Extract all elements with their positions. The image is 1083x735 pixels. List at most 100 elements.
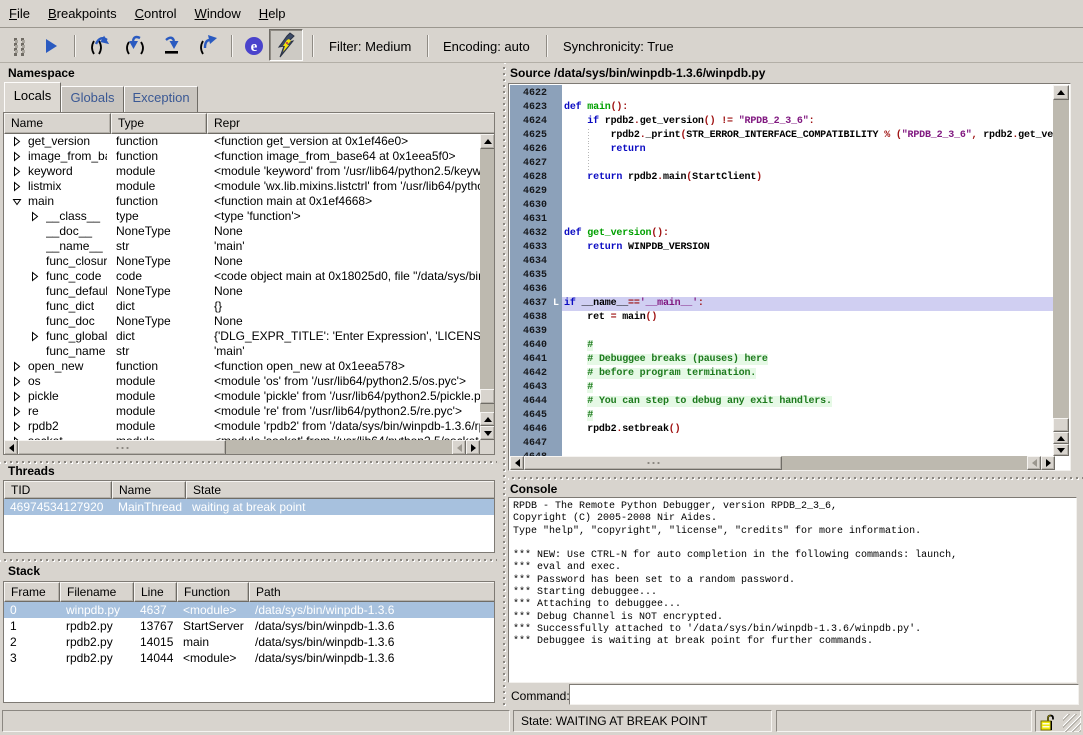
stack-row[interactable]: 3rpdb2.py14044<module>/data/sys/bin/winp… <box>4 650 494 666</box>
column-header-repr[interactable]: Repr <box>207 113 495 134</box>
expand-arrow-icon[interactable] <box>12 406 22 417</box>
step-into-button[interactable] <box>122 33 148 59</box>
namespace-row[interactable]: func_codecode<code object main at 0x1802… <box>4 269 480 284</box>
namespace-row[interactable]: func_globalsdict{'DLG_EXPR_TITLE': 'Ente… <box>4 329 480 344</box>
namespace-row[interactable]: func_docNoneTypeNone <box>4 314 480 329</box>
namespace-row[interactable]: func_dictdict{} <box>4 299 480 314</box>
source-vscrollbar[interactable] <box>1053 85 1069 456</box>
column-header-type[interactable]: Type <box>111 113 207 134</box>
line-number[interactable]: 4624 <box>510 115 547 129</box>
scroll-button[interactable] <box>480 134 495 149</box>
namespace-row[interactable]: func_defaultsNoneTypeNone <box>4 284 480 299</box>
namespace-vscrollbar[interactable] <box>480 134 495 440</box>
namespace-row[interactable]: remodule<module 're' from '/usr/lib64/py… <box>4 404 480 419</box>
line-number[interactable]: 4634 <box>510 255 547 269</box>
collapse-arrow-icon[interactable] <box>12 196 22 207</box>
line-number[interactable]: 4640 <box>510 339 547 353</box>
line-number[interactable]: 4629 <box>510 185 547 199</box>
line-number[interactable]: 4646 <box>510 423 547 437</box>
stack-header-filename[interactable]: Filename <box>60 582 134 602</box>
scroll-button[interactable] <box>480 412 495 426</box>
expand-arrow-icon[interactable] <box>30 271 40 282</box>
expand-arrow-icon[interactable] <box>30 331 40 342</box>
menu-breakpoints[interactable]: Breakpoints <box>39 1 126 26</box>
namespace-row[interactable]: get_versionfunction<function get_version… <box>4 134 480 149</box>
line-number[interactable]: 4637 <box>510 297 547 311</box>
namespace-row[interactable]: __name__str'main' <box>4 239 480 254</box>
menu-file[interactable]: File <box>0 1 39 26</box>
source-editor[interactable]: 4622462346244625462646274628462946304631… <box>508 83 1071 471</box>
scroll-button[interactable] <box>1027 456 1041 470</box>
synchronicity-button[interactable] <box>269 29 303 61</box>
line-number[interactable]: 4623 <box>510 101 547 115</box>
scroll-button[interactable] <box>4 440 18 455</box>
namespace-row[interactable]: keywordmodule<module 'keyword' from '/us… <box>4 164 480 179</box>
line-number[interactable]: 4630 <box>510 199 547 213</box>
line-number[interactable]: 4631 <box>510 213 547 227</box>
stack-row[interactable]: 0winpdb.py4637<module>/data/sys/bin/winp… <box>4 602 494 618</box>
line-number[interactable]: 4626 <box>510 143 547 157</box>
menu-window[interactable]: Window <box>186 1 250 26</box>
line-number[interactable]: 4636 <box>510 283 547 297</box>
scroll-button[interactable] <box>1053 85 1069 100</box>
scroll-thumb[interactable] <box>18 440 226 455</box>
scroll-button[interactable] <box>466 440 480 455</box>
namespace-row[interactable]: func_namestr'main' <box>4 344 480 359</box>
goto-line-button[interactable] <box>158 33 184 59</box>
command-input[interactable] <box>569 684 1079 705</box>
line-number[interactable]: 4641 <box>510 353 547 367</box>
stack-row[interactable]: 2rpdb2.py14015main/data/sys/bin/winpdb-1… <box>4 634 494 650</box>
break-button[interactable] <box>6 33 32 59</box>
namespace-row[interactable]: rpdb2module<module 'rpdb2' from '/data/s… <box>4 419 480 434</box>
namespace-row[interactable]: listmixmodule<module 'wx.lib.mixins.list… <box>4 179 480 194</box>
step-over-button[interactable] <box>86 33 112 59</box>
namespace-row[interactable]: picklemodule<module 'pickle' from '/usr/… <box>4 389 480 404</box>
namespace-row[interactable]: __class__type<type 'function'> <box>4 209 480 224</box>
stack-header-path[interactable]: Path <box>249 582 495 602</box>
line-number[interactable]: 4625 <box>510 129 547 143</box>
sash-threads-stack[interactable] <box>0 554 497 562</box>
go-button[interactable] <box>38 33 64 59</box>
tab-exception[interactable]: Exception <box>124 86 198 112</box>
scroll-trough[interactable] <box>1053 85 1069 456</box>
source-hscrollbar[interactable] <box>510 456 1055 470</box>
encoding-button[interactable]: e <box>241 33 267 59</box>
line-number[interactable]: 4635 <box>510 269 547 283</box>
expand-arrow-icon[interactable] <box>12 361 22 372</box>
thread-row[interactable]: 46974534127920MainThreadwaiting at break… <box>4 499 494 515</box>
namespace-row[interactable]: func_closureNoneTypeNone <box>4 254 480 269</box>
line-number[interactable]: 4639 <box>510 325 547 339</box>
scroll-button[interactable] <box>452 440 466 455</box>
expand-arrow-icon[interactable] <box>12 376 22 387</box>
scroll-thumb[interactable] <box>480 389 495 404</box>
sash-main-vertical[interactable] <box>497 63 508 708</box>
console-output[interactable]: RPDB - The Remote Python Debugger, versi… <box>508 497 1077 683</box>
expand-arrow-icon[interactable] <box>12 181 22 192</box>
scroll-button[interactable] <box>1041 456 1055 470</box>
namespace-hscrollbar[interactable] <box>4 440 480 455</box>
line-number[interactable]: 4627 <box>510 157 547 171</box>
namespace-row[interactable]: mainfunction<function main at 0x1ef4668> <box>4 194 480 209</box>
scroll-thumb[interactable] <box>1053 418 1069 432</box>
tab-locals[interactable]: Locals <box>4 82 61 112</box>
stack-header-line[interactable]: Line <box>134 582 177 602</box>
line-number[interactable]: 4628 <box>510 171 547 185</box>
thread-header-tid[interactable]: TID <box>4 481 112 499</box>
expand-arrow-icon[interactable] <box>30 211 40 222</box>
scroll-button[interactable] <box>480 426 495 440</box>
stack-row[interactable]: 1rpdb2.py13767StartServer/data/sys/bin/w… <box>4 618 494 634</box>
menu-help[interactable]: Help <box>250 1 295 26</box>
scroll-button[interactable] <box>510 456 524 470</box>
expand-arrow-icon[interactable] <box>12 151 22 162</box>
stack-header-function[interactable]: Function <box>177 582 249 602</box>
scroll-button[interactable] <box>1053 432 1069 444</box>
tab-globals[interactable]: Globals <box>61 86 124 112</box>
stack-header-frame[interactable]: Frame <box>4 582 60 602</box>
line-number[interactable]: 4642 <box>510 367 547 381</box>
line-number[interactable]: 4644 <box>510 395 547 409</box>
line-number[interactable]: 4638 <box>510 311 547 325</box>
scroll-button[interactable] <box>1053 444 1069 456</box>
line-number[interactable]: 4645 <box>510 409 547 423</box>
thread-header-name[interactable]: Name <box>112 481 186 499</box>
menu-control[interactable]: Control <box>126 1 186 26</box>
